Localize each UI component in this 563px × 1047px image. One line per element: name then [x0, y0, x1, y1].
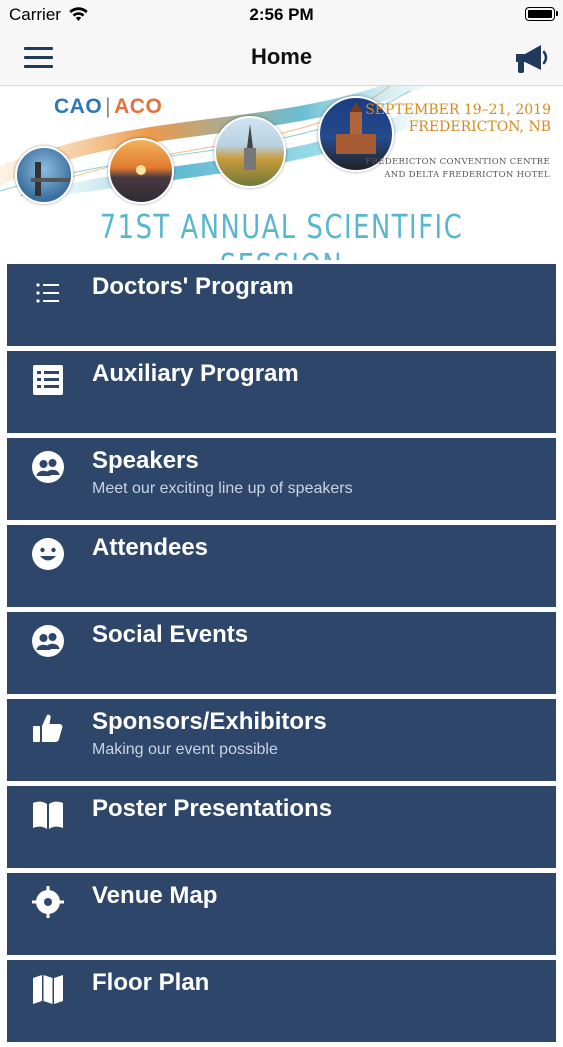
menu-item-sponsors-exhibitors[interactable]: Sponsors/Exhibitors Making our event pos…: [7, 699, 556, 781]
map-icon: [33, 975, 63, 1004]
menu-item-auxiliary-program[interactable]: Auxiliary Program: [7, 351, 556, 433]
menu-item-subtitle: Meet our exciting line up of speakers: [92, 480, 353, 497]
menu-item-attendees[interactable]: Attendees: [7, 525, 556, 607]
banner-photo-bridge: [15, 146, 73, 204]
menu-item-doctors-program[interactable]: Doctors' Program: [7, 264, 556, 346]
event-date: SEPTEMBER 19–21, 2019 FREDERICTON, NB: [365, 102, 551, 135]
menu-item-label: Speakers: [92, 447, 199, 474]
menu-item-label: Attendees: [92, 534, 209, 561]
menu-item-speakers[interactable]: Speakers Meet our exciting line up of sp…: [7, 438, 556, 520]
battery-icon: [525, 7, 558, 21]
menu-item-venue-map[interactable]: Venue Map: [7, 873, 556, 955]
menu-item-subtitle: Making our event possible: [92, 741, 278, 758]
crosshair-icon: [32, 886, 64, 918]
navigation-bar: Home: [0, 30, 563, 86]
banner-photo-church: [214, 116, 286, 188]
menu-item-label: Auxiliary Program: [92, 360, 299, 387]
event-venue: FREDERICTON CONVENTION CENTRE AND DELTA …: [365, 157, 550, 180]
page-title: Home: [250, 44, 313, 69]
main-menu: Doctors' Program Auxiliary Program Speak…: [7, 264, 556, 1047]
people-icon: [32, 625, 64, 657]
menu-item-label: Venue Map: [92, 882, 218, 909]
people-icon: [32, 451, 64, 483]
status-bar: Carrier 2:56 PM: [0, 0, 563, 30]
status-time: 2:56 PM: [249, 5, 314, 24]
list-icon: [36, 283, 59, 303]
menu-item-social-events[interactable]: Social Events: [7, 612, 556, 694]
book-icon: [33, 801, 63, 829]
checklist-icon: [33, 365, 63, 395]
smiley-icon: [32, 538, 64, 570]
menu-item-label: Sponsors/Exhibitors: [92, 708, 327, 735]
banner-photo-sunset: [108, 138, 174, 204]
event-banner: CAO | ACO SEPTEMBER 19–21, 2019 FREDERICTO…: [0, 86, 563, 260]
menu-item-poster-presentations[interactable]: Poster Presentations: [7, 786, 556, 868]
menu-item-label: Social Events: [92, 621, 249, 648]
menu-item-label: Poster Presentations: [92, 795, 333, 822]
menu-item-label: Floor Plan: [92, 969, 210, 996]
megaphone-icon[interactable]: [513, 42, 551, 76]
thumbs-up-icon: [33, 714, 63, 742]
cao-aco-logo: CAO | ACO: [54, 95, 163, 118]
menu-item-floor-plan[interactable]: Floor Plan: [7, 960, 556, 1042]
event-title: 71ST ANNUAL SCIENTIFIC SESSION: [99, 207, 464, 260]
menu-item-label: Doctors' Program: [92, 273, 294, 300]
